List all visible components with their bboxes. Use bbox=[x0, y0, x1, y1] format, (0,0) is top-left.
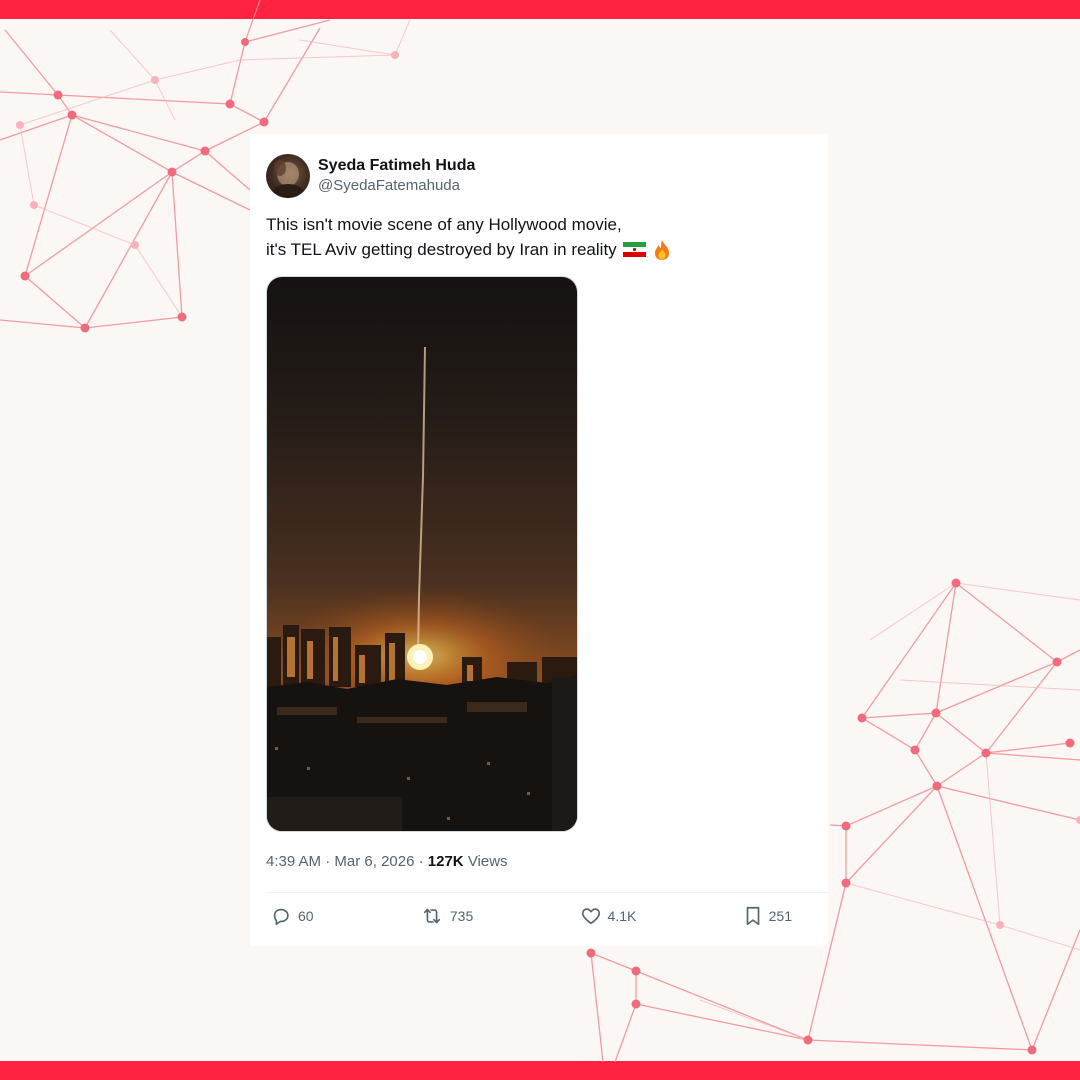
author-names: Syeda Fatimeh Huda @SyedaFatemahuda bbox=[318, 156, 475, 196]
like-button[interactable]: 4.1K bbox=[580, 905, 637, 927]
reply-button[interactable]: 60 bbox=[270, 905, 314, 927]
meta-separator: · bbox=[325, 853, 331, 870]
repost-icon bbox=[423, 908, 441, 924]
heart-icon bbox=[581, 908, 600, 925]
tweet-card: Syeda Fatimeh Huda @SyedaFatemahuda This… bbox=[250, 134, 828, 946]
bookmark-icon bbox=[746, 906, 759, 926]
tweet-text-line-2: it's TEL Aviv getting destroyed by Iran … bbox=[266, 240, 617, 259]
top-frame-bar bbox=[0, 0, 1080, 19]
author-handle[interactable]: @SyedaFatemahuda bbox=[318, 176, 475, 196]
iran-flag-icon bbox=[622, 242, 646, 257]
tweet-text-line-1: This isn't movie scene of any Hollywood … bbox=[266, 215, 622, 234]
avatar[interactable] bbox=[266, 154, 310, 198]
author-display-name[interactable]: Syeda Fatimeh Huda bbox=[318, 156, 475, 176]
tweet-text-line-2-row: it's TEL Aviv getting destroyed by Iran … bbox=[266, 237, 812, 262]
tweet-video[interactable] bbox=[266, 276, 578, 832]
repost-button[interactable]: 735 bbox=[420, 905, 473, 927]
tweet-meta: 4:39 AM · Mar 6, 2026 · 127K Views bbox=[266, 852, 812, 872]
bookmark-button[interactable]: 251 bbox=[743, 905, 792, 927]
tweet-text: This isn't movie scene of any Hollywood … bbox=[266, 212, 812, 262]
reply-count: 60 bbox=[298, 908, 314, 924]
tweet-actions: 60 735 4.1K 251 bbox=[266, 893, 832, 927]
views-count: 127K bbox=[427, 853, 464, 870]
meta-separator: · bbox=[418, 853, 424, 870]
tweet-time[interactable]: 4:39 AM bbox=[266, 853, 321, 870]
tweet-date[interactable]: Mar 6, 2026 bbox=[334, 853, 414, 870]
reply-icon bbox=[273, 908, 289, 926]
tweet-header: Syeda Fatimeh Huda @SyedaFatemahuda bbox=[266, 154, 812, 198]
views-label: Views bbox=[467, 853, 508, 870]
bottom-frame-bar bbox=[0, 1061, 1080, 1080]
repost-count: 735 bbox=[449, 908, 474, 924]
bookmark-count: 251 bbox=[768, 908, 792, 924]
like-count: 4.1K bbox=[607, 908, 637, 924]
fire-icon bbox=[654, 239, 669, 260]
